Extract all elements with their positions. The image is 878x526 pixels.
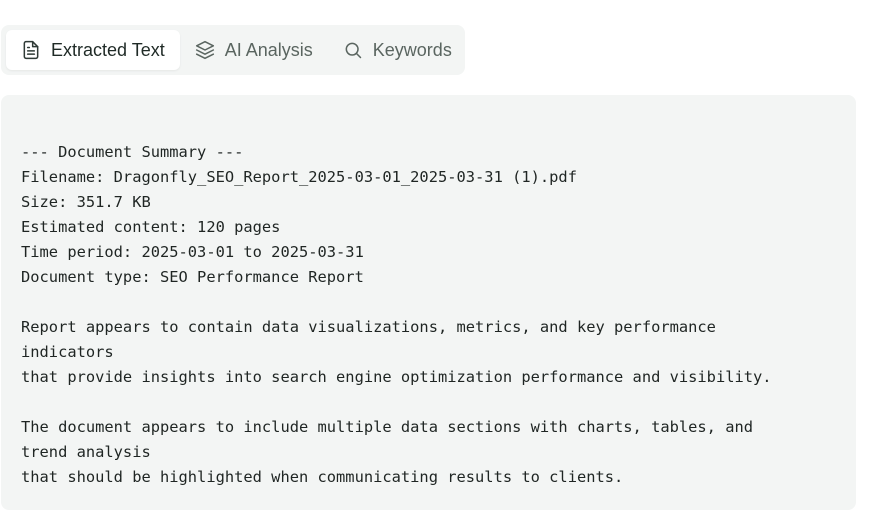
text-line: trend analysis <box>21 443 151 461</box>
tab-label: Keywords <box>372 39 452 60</box>
document-icon <box>21 40 41 60</box>
tab-label: AI Analysis <box>224 39 313 60</box>
tab-bar: Extracted Text AI Analysis Keywords <box>1 25 465 75</box>
text-line: indicators <box>21 343 114 361</box>
text-line: --- Document Summary --- <box>21 143 244 161</box>
text-line: that should be highlighted when communic… <box>21 468 624 486</box>
layers-icon <box>195 40 215 60</box>
extracted-text-panel: --- Document Summary --- Filename: Drago… <box>1 95 856 510</box>
text-line: Size: 351.7 KB <box>21 193 151 211</box>
search-icon <box>343 40 363 60</box>
text-line: Report appears to contain data visualiza… <box>21 318 716 336</box>
text-line: Filename: Dragonfly_SEO_Report_2025-03-0… <box>21 168 577 186</box>
text-line: Time period: 2025-03-01 to 2025-03-31 <box>21 243 364 261</box>
tab-extracted-text[interactable]: Extracted Text <box>6 30 180 70</box>
text-line: Estimated content: 120 pages <box>21 218 281 236</box>
text-line: The document appears to include multiple… <box>21 418 754 436</box>
tab-keywords[interactable]: Keywords <box>328 30 467 70</box>
extracted-text-content: --- Document Summary --- Filename: Drago… <box>21 140 836 490</box>
tab-ai-analysis[interactable]: AI Analysis <box>180 30 328 70</box>
text-line: that provide insights into search engine… <box>21 368 772 386</box>
text-line: Document type: SEO Performance Report <box>21 268 364 286</box>
tab-label: Extracted Text <box>51 39 165 60</box>
